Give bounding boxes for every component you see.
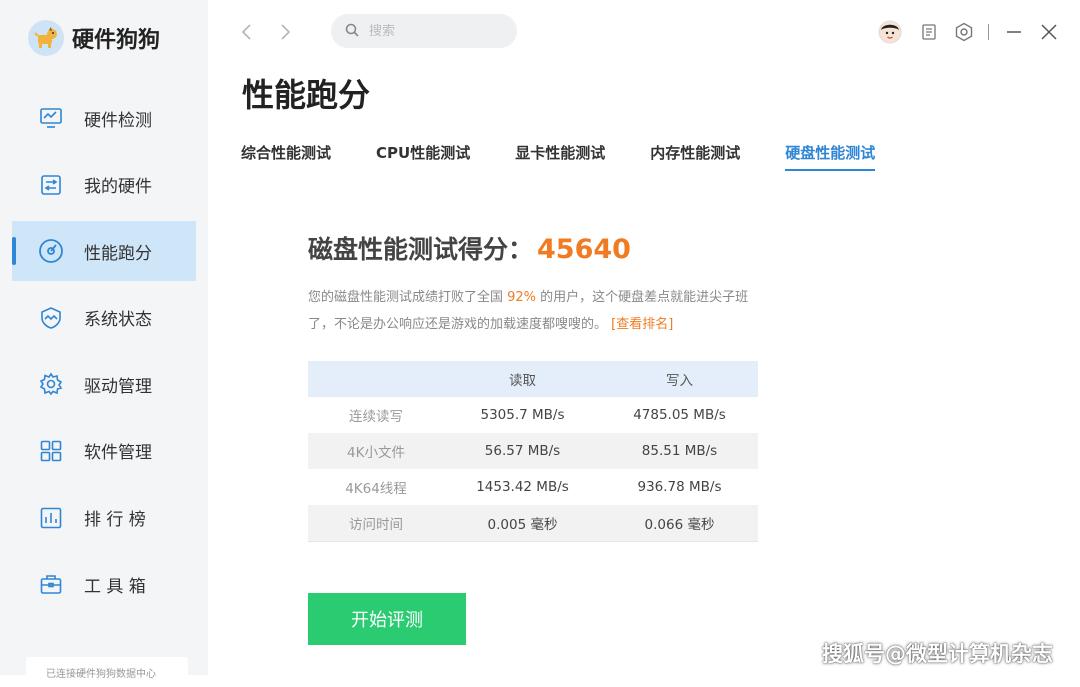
row-label: 4K小文件 <box>308 433 444 469</box>
table-header-row: 读取 写入 <box>308 361 758 397</box>
tab-memory[interactable]: 内存性能测试 <box>650 142 740 171</box>
read-value: 1453.42 MB/s <box>476 479 569 495</box>
sidebar-item-label: 性能跑分 <box>84 243 152 264</box>
sidebar-item-system-status[interactable]: 系统状态 <box>12 288 196 348</box>
bar-chart-icon <box>38 505 64 531</box>
app-logo: 硬件狗狗 <box>28 20 160 56</box>
result-description: 您的磁盘性能测试成绩打败了全国 92% 的用户，这个硬盘差点就能进尖子班了，不论… <box>308 284 768 338</box>
sidebar-item-label: 工 具 箱 <box>84 576 146 597</box>
sidebar-item-my-hardware[interactable]: 我的硬件 <box>12 155 196 215</box>
monitor-icon <box>38 105 64 131</box>
toolbar-divider <box>988 24 989 40</box>
sidebar-item-toolbox[interactable]: 工 具 箱 <box>12 554 196 614</box>
sidebar-item-label: 硬件检测 <box>84 110 152 131</box>
minimize-icon[interactable] <box>1002 20 1026 44</box>
gear-icon <box>38 371 64 397</box>
sidebar-item-driver-management[interactable]: 驱动管理 <box>12 354 196 414</box>
tab-overall[interactable]: 综合性能测试 <box>241 142 331 171</box>
sidebar-item-hardware-check[interactable]: 硬件检测 <box>12 88 196 148</box>
read-value: 0.005 毫秒 <box>444 505 601 542</box>
user-avatar-icon[interactable] <box>878 20 902 44</box>
sidebar-item-software-management[interactable]: 软件管理 <box>12 421 196 481</box>
score-value: 45640 <box>537 234 631 265</box>
row-label: 连续读写 <box>349 409 403 425</box>
tab-gpu[interactable]: 显卡性能测试 <box>515 142 605 171</box>
notes-icon[interactable] <box>917 20 941 44</box>
dog-logo-icon <box>28 20 64 56</box>
back-arrow-icon[interactable] <box>234 20 258 44</box>
row-label: 4K64线程 <box>345 481 407 497</box>
apps-grid-icon <box>38 438 64 464</box>
view-ranking-link[interactable]: [查看排名] <box>611 317 673 332</box>
table-row: 连续读写 5305.7 MB/s 4785.05 MB/s <box>308 397 758 433</box>
top-bar <box>208 0 1080 64</box>
app-name: 硬件狗狗 <box>72 28 161 53</box>
disk-results-table: 读取 写入 连续读写 5305.7 MB/s 4785.05 MB/s 4K小文… <box>308 361 758 542</box>
toolbox-icon <box>38 571 64 597</box>
forward-arrow-icon[interactable] <box>274 20 298 44</box>
sidebar-status-text: 已连接硬件狗狗数据中心 <box>46 669 156 680</box>
sidebar-nav: 硬件检测 我的硬件 性能跑分 系统状态 驱动管理 软件管理 排 行 榜 工 具 … <box>12 88 196 621</box>
write-value: 4785.05 MB/s <box>633 407 726 423</box>
write-value: 0.066 毫秒 <box>601 505 758 542</box>
tab-disk[interactable]: 硬盘性能测试 <box>785 142 876 171</box>
close-icon[interactable] <box>1037 20 1061 44</box>
start-benchmark-button[interactable]: 开始评测 <box>308 593 466 645</box>
watermark: 搜狐号@微型计算机杂志 <box>822 642 1053 666</box>
sidebar-status-card: 已连接硬件狗狗数据中心 <box>26 657 188 687</box>
percent-value: 92% <box>507 290 537 305</box>
column-header-write: 写入 <box>601 361 758 397</box>
column-header-empty <box>308 361 444 397</box>
sidebar-item-benchmark[interactable]: 性能跑分 <box>12 221 196 282</box>
score-label: 磁盘性能测试得分： <box>308 235 534 264</box>
write-value: 85.51 MB/s <box>601 433 758 469</box>
score-heading: 磁盘性能测试得分： 45640 <box>308 230 631 266</box>
gauge-icon <box>38 238 64 264</box>
sidebar: 硬件狗狗 硬件检测 我的硬件 性能跑分 系统状态 驱动管理 软件管理 排 行 榜… <box>0 0 208 687</box>
sidebar-item-label: 系统状态 <box>84 310 152 331</box>
write-value: 936.78 MB/s <box>637 479 722 495</box>
description-text: 您的磁盘性能测试成绩打败了全国 <box>308 290 508 305</box>
read-value: 5305.7 MB/s <box>480 407 565 423</box>
search-input[interactable] <box>367 22 501 40</box>
page-title: 性能跑分 <box>242 76 371 114</box>
read-value: 56.57 MB/s <box>444 433 601 469</box>
sidebar-item-label: 软件管理 <box>84 443 152 464</box>
search-icon <box>345 22 359 41</box>
sidebar-item-label: 驱动管理 <box>84 376 152 397</box>
settings-icon[interactable] <box>952 20 976 44</box>
tab-cpu[interactable]: CPU性能测试 <box>376 142 470 171</box>
table-row: 访问时间 0.005 毫秒 0.066 毫秒 <box>308 505 758 542</box>
hardware-icon <box>38 172 64 198</box>
benchmark-tabs: 综合性能测试 CPU性能测试 显卡性能测试 内存性能测试 硬盘性能测试 <box>241 142 876 171</box>
search-box[interactable] <box>331 14 517 48</box>
column-header-read: 读取 <box>444 361 601 397</box>
sidebar-item-leaderboard[interactable]: 排 行 榜 <box>12 488 196 548</box>
row-label: 访问时间 <box>308 505 444 542</box>
sidebar-item-label: 排 行 榜 <box>84 510 146 531</box>
table-row: 4K小文件 56.57 MB/s 85.51 MB/s <box>308 433 758 469</box>
shield-icon <box>38 305 64 331</box>
sidebar-item-label: 我的硬件 <box>84 177 152 198</box>
table-row: 4K64线程 1453.42 MB/s 936.78 MB/s <box>308 469 758 505</box>
